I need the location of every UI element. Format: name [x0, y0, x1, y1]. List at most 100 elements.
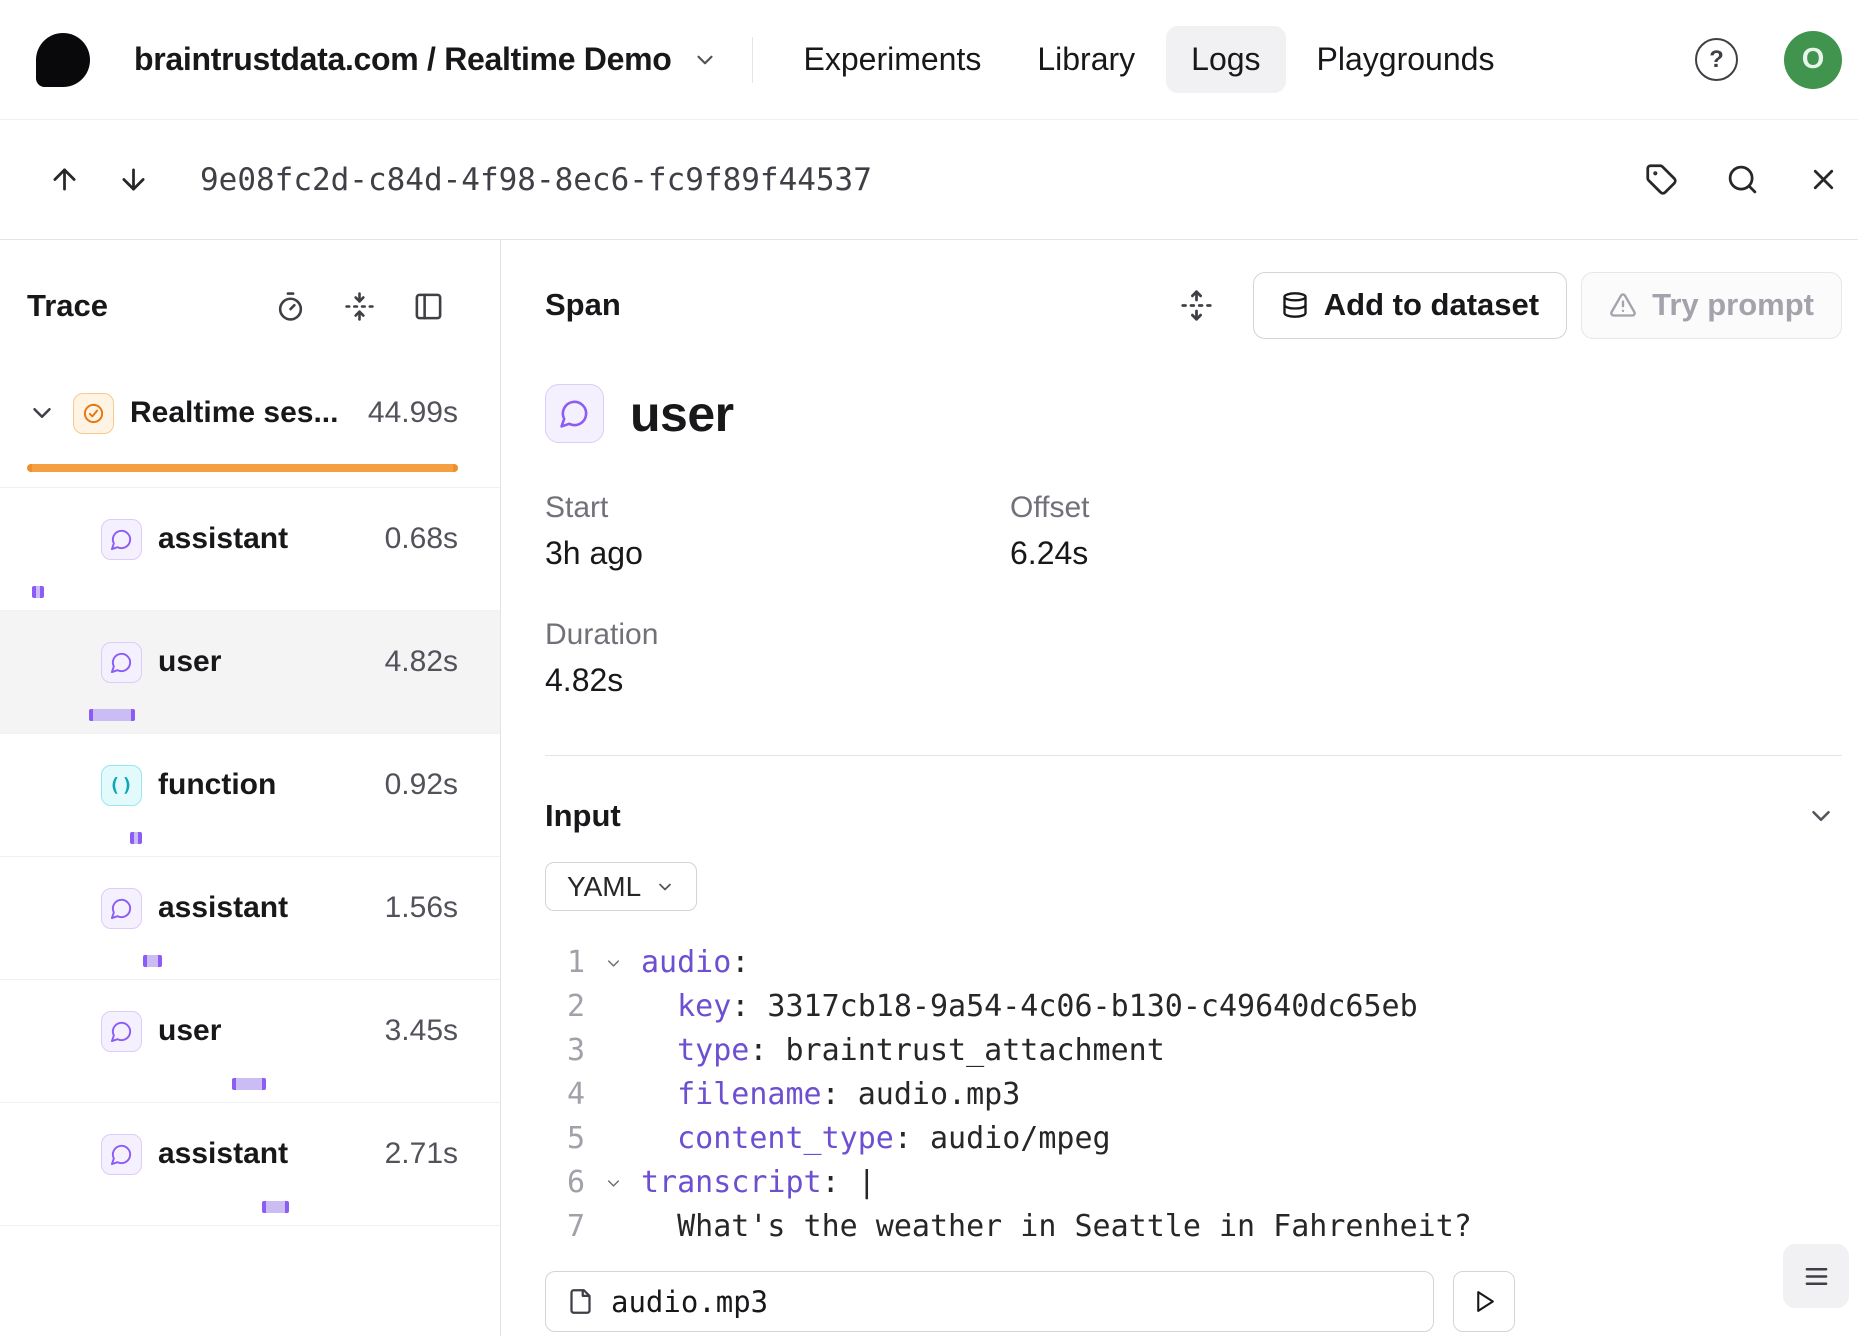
timer-toggle-button[interactable]: [275, 291, 306, 322]
span-timeline-bar: [262, 1201, 289, 1213]
nav-item[interactable]: Logs: [1166, 26, 1285, 93]
span-label: user: [158, 1014, 221, 1048]
code-text: audio:: [641, 941, 749, 985]
play-audio-button[interactable]: [1453, 1271, 1515, 1332]
span-panel: Span Add to dataset Try prompt user Star…: [501, 240, 1858, 1336]
span-panel-title: Span: [545, 287, 621, 323]
app-header: braintrustdata.com / Realtime Demo Exper…: [0, 0, 1858, 120]
span-meta: Start 3h ago Offset 6.24s Duration 4.82s: [545, 491, 1842, 699]
close-trace-button[interactable]: [1801, 157, 1846, 202]
project-selector[interactable]: braintrustdata.com / Realtime Demo: [134, 41, 718, 78]
input-section-header: Input: [545, 798, 1842, 834]
span-timeline-track: [27, 1199, 458, 1215]
chevron-down-icon: [655, 877, 675, 897]
meta-value: 4.82s: [545, 662, 1010, 699]
span-panel-header: Span Add to dataset Try prompt: [545, 240, 1842, 370]
question-mark-icon: ?: [1709, 46, 1724, 74]
span-type-icon: [101, 519, 142, 560]
file-icon: [567, 1288, 594, 1315]
code-text: What's the weather in Seattle in Fahrenh…: [641, 1205, 1472, 1249]
trace-span-row[interactable]: () function 0.92s: [0, 734, 500, 857]
span-label: user: [158, 645, 221, 679]
span-type-icon: [101, 1134, 142, 1175]
span-timeline-bar: [143, 955, 162, 967]
chevron-down-icon: [692, 47, 718, 73]
toggle-panel-button[interactable]: [413, 291, 444, 322]
braintrust-logo[interactable]: [36, 33, 90, 87]
nav-item[interactable]: Playgrounds: [1292, 26, 1520, 93]
attachment-filename: audio.mp3: [611, 1285, 768, 1319]
span-timeline-track: [27, 1076, 458, 1092]
prev-trace-button[interactable]: [42, 157, 87, 202]
span-timeline-track: [27, 707, 458, 723]
avatar-letter: O: [1802, 43, 1825, 76]
trace-span-row[interactable]: user 3.45s: [0, 980, 500, 1103]
try-prompt-button[interactable]: Try prompt: [1581, 272, 1842, 339]
span-type-icon: [101, 888, 142, 929]
span-label: Realtime ses...: [130, 396, 338, 430]
next-trace-button[interactable]: [111, 157, 156, 202]
nav-item[interactable]: Library: [1012, 26, 1160, 93]
span-title-row: user: [545, 384, 1842, 443]
add-to-dataset-button[interactable]: Add to dataset: [1253, 272, 1567, 339]
panel-left-icon: [413, 291, 444, 322]
fold-chevron-icon[interactable]: [585, 954, 641, 973]
span-meta-field: Duration 4.82s: [545, 618, 1010, 699]
fold-chevron-icon[interactable]: [585, 1174, 641, 1193]
trace-span-row[interactable]: user 4.82s: [0, 611, 500, 734]
code-text: filename: audio.mp3: [641, 1073, 1020, 1117]
input-section-title: Input: [545, 798, 621, 834]
span-duration: 4.82s: [373, 645, 458, 679]
close-icon: [1807, 163, 1840, 196]
nav-item[interactable]: Experiments: [779, 26, 1007, 93]
collapse-input-button[interactable]: [1806, 801, 1836, 831]
expand-span-button[interactable]: [1180, 289, 1213, 322]
user-avatar[interactable]: O: [1784, 31, 1842, 89]
meta-value: 6.24s: [1010, 535, 1842, 572]
span-label: function: [158, 768, 276, 802]
help-button[interactable]: ?: [1695, 38, 1738, 81]
span-timeline-bar: [89, 709, 134, 721]
format-label: YAML: [567, 871, 641, 903]
meta-label: Offset: [1010, 491, 1842, 525]
message-bubble-icon: [545, 384, 604, 443]
trace-sidebar: Trace Realtime ses... 44.99s assistant: [0, 240, 501, 1336]
add-to-dataset-label: Add to dataset: [1324, 287, 1539, 323]
database-icon: [1281, 291, 1309, 319]
trace-span-row[interactable]: assistant 0.68s: [0, 488, 500, 611]
span-timeline-bar: [232, 1078, 266, 1090]
trace-span-row[interactable]: assistant 2.71s: [0, 1103, 500, 1226]
format-select[interactable]: YAML: [545, 862, 697, 911]
span-actions-menu-button[interactable]: [1783, 1244, 1849, 1308]
line-number: 6: [545, 1161, 585, 1205]
tag-button[interactable]: [1639, 157, 1684, 202]
audio-attachment[interactable]: audio.mp3: [545, 1271, 1434, 1332]
span-timeline-bar: [130, 832, 142, 844]
line-number: 7: [545, 1205, 585, 1249]
code-text: transcript: |: [641, 1161, 876, 1205]
span-type-icon: (): [101, 765, 142, 806]
try-prompt-label: Try prompt: [1652, 287, 1814, 323]
trace-span-row[interactable]: assistant 1.56s: [0, 857, 500, 980]
meta-label: Start: [545, 491, 1010, 525]
fold-vertical-icon: [344, 291, 375, 322]
span-timeline-track: [27, 953, 458, 969]
code-line: 3 type: braintrust_attachment: [545, 1029, 1842, 1073]
search-button[interactable]: [1720, 157, 1765, 202]
line-number: 2: [545, 985, 585, 1029]
collapse-spans-button[interactable]: [344, 291, 375, 322]
code-text: content_type: audio/mpeg: [641, 1117, 1111, 1161]
trace-span-row-main: assistant 0.68s: [0, 518, 500, 560]
attachment-row: audio.mp3: [545, 1271, 1515, 1332]
expand-chevron-icon[interactable]: [27, 398, 57, 428]
span-duration: 0.92s: [373, 768, 458, 802]
span-duration: 0.68s: [373, 522, 458, 556]
warning-triangle-icon: [1609, 291, 1637, 319]
span-label: assistant: [158, 891, 288, 925]
span-meta-field: Offset 6.24s: [1010, 491, 1842, 572]
trace-span-row[interactable]: Realtime ses... 44.99s: [0, 362, 500, 488]
span-name-title: user: [630, 385, 734, 443]
span-duration: 44.99s: [356, 396, 458, 430]
line-number: 1: [545, 941, 585, 985]
chevron-down-icon: [1806, 801, 1836, 831]
